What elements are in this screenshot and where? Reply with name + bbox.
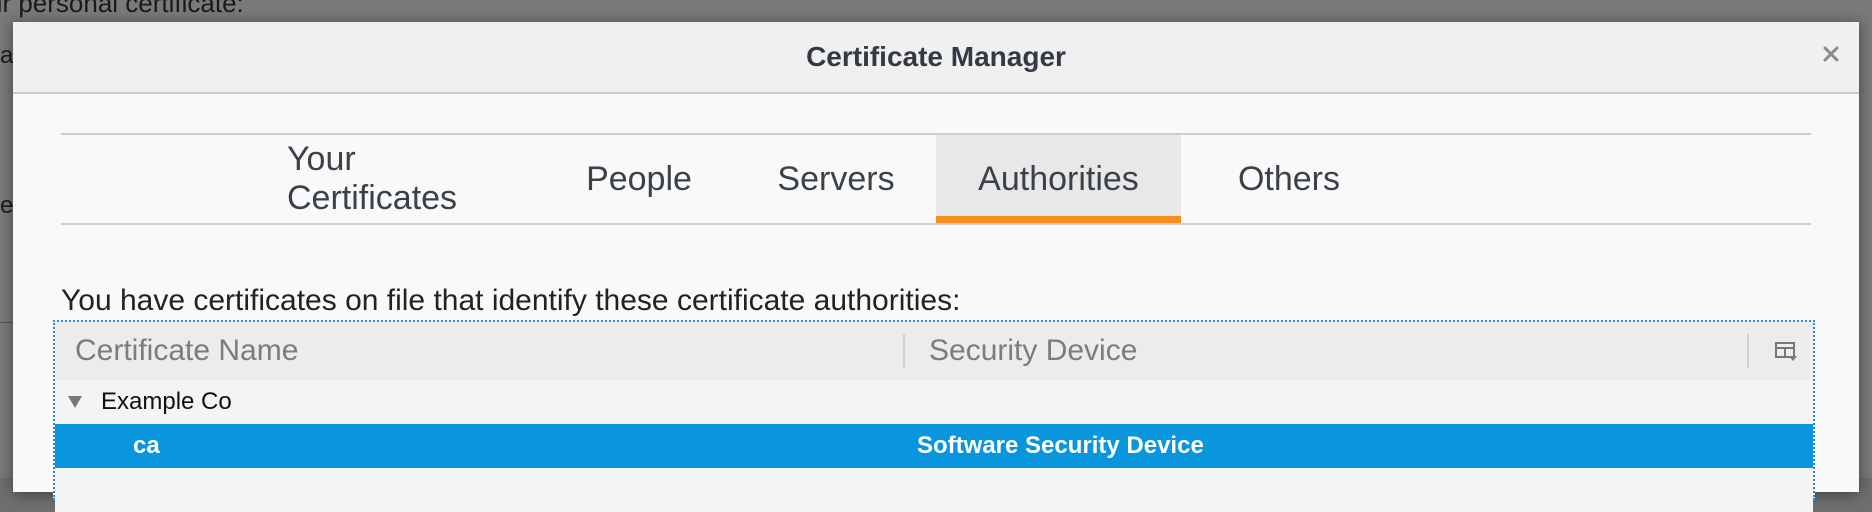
tab-label: People	[586, 159, 692, 198]
tab-bar: Your Certificates People Servers Authori…	[61, 133, 1811, 225]
cell-security-device: Software Security Device	[917, 432, 1204, 459]
tab-label: Authorities	[978, 159, 1139, 198]
tree-group-row[interactable]: Example Co	[55, 380, 1813, 424]
table-row-empty	[55, 468, 1813, 512]
twisty-expanded-icon[interactable]	[65, 392, 85, 412]
tab-people[interactable]: People	[586, 135, 692, 223]
table-row[interactable]: ca Software Security Device	[55, 424, 1813, 468]
dialog-titlebar: Certificate Manager	[13, 22, 1859, 94]
close-icon[interactable]	[1819, 42, 1843, 66]
background-text: ur personal certificate:	[0, 0, 244, 18]
column-separator[interactable]	[903, 334, 905, 368]
tab-your-certificates[interactable]: Your Certificates	[287, 135, 501, 223]
column-picker-icon[interactable]	[1773, 338, 1799, 364]
tree-header: Certificate Name Security Device	[55, 322, 1813, 381]
tab-servers[interactable]: Servers	[763, 135, 909, 223]
cell-certificate-name: ca	[133, 432, 160, 459]
tab-label: Servers	[777, 159, 895, 198]
group-label: Example Co	[101, 388, 232, 415]
tab-others[interactable]: Others	[1226, 135, 1352, 223]
column-header-label: Certificate Name	[75, 334, 299, 367]
tab-label: Others	[1237, 159, 1341, 198]
column-header-certificate-name[interactable]: Certificate Name	[75, 322, 298, 380]
certificate-tree[interactable]: Certificate Name Security Device Example…	[53, 320, 1815, 512]
column-header-security-device[interactable]: Security Device	[929, 322, 1137, 380]
dialog-title: Certificate Manager	[806, 41, 1066, 72]
background-divider	[0, 322, 14, 323]
authorities-description: You have certificates on file that ident…	[61, 284, 961, 317]
certificate-manager-dialog: Certificate Manager Your Certificates Pe…	[13, 22, 1859, 512]
tab-authorities[interactable]: Authorities	[936, 135, 1181, 223]
tab-label: Your Certificates	[287, 140, 458, 217]
column-header-label: Security Device	[929, 334, 1138, 367]
column-separator[interactable]	[1747, 334, 1749, 368]
